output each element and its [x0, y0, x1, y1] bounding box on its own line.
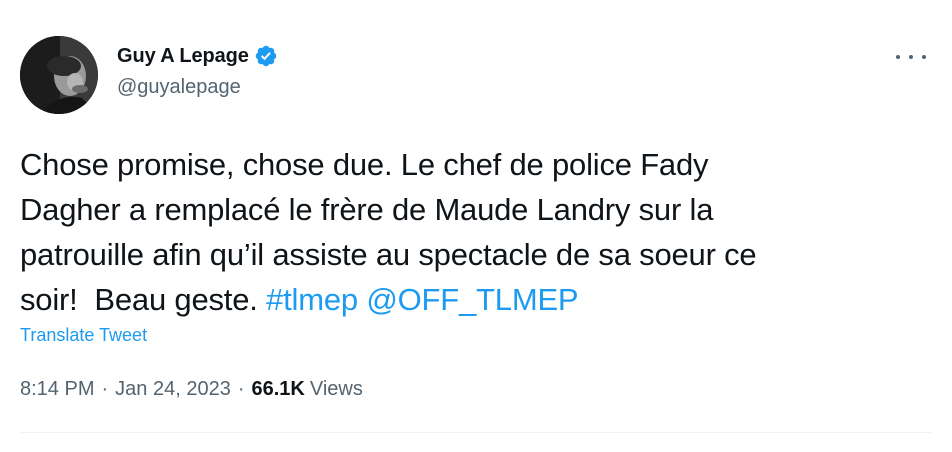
author-name[interactable]: Guy A Lepage [117, 45, 249, 68]
avatar-photo [20, 36, 98, 114]
more-options-button[interactable] [896, 46, 926, 68]
author-avatar[interactable] [20, 36, 98, 114]
tweet-meta: 8:14 PM · Jan 24, 2023 · 66.1K Views [20, 378, 363, 401]
divider [20, 432, 932, 433]
more-horizontal-icon [909, 55, 913, 59]
meta-separator: · [101, 378, 109, 400]
tweet-text-line: soir! Beau geste. [20, 282, 267, 317]
more-horizontal-icon [922, 55, 926, 59]
views-label[interactable]: Views [310, 378, 363, 401]
tweet-text-line: patrouille afin qu’il assiste au spectac… [20, 237, 757, 272]
tweet-text-line-last: soir! Beau geste. #tlmep @OFF_TLMEP [20, 277, 932, 322]
hashtag-link[interactable]: #tlmep [266, 282, 358, 317]
author-block: Guy A Lepage @guyalepage [117, 41, 278, 99]
tweet-time[interactable]: 8:14 PM [20, 378, 94, 401]
meta-separator: · [237, 378, 245, 400]
author-handle[interactable]: @guyalepage [117, 76, 278, 99]
tweet-text-line: Dagher a remplacé le frère de Maude Land… [20, 192, 714, 227]
tweet-text-line: Chose promise, chose due. Le chef de pol… [20, 147, 709, 182]
author-name-row: Guy A Lepage [117, 41, 278, 71]
mention-link[interactable]: @OFF_TLMEP [366, 282, 578, 317]
more-horizontal-icon [896, 55, 900, 59]
verified-badge-icon [254, 44, 278, 68]
tweet-card: Guy A Lepage @guyalepage Chose promise, … [0, 0, 952, 452]
tweet-text: Chose promise, chose due. Le chef de pol… [20, 142, 932, 322]
tweet-date[interactable]: Jan 24, 2023 [115, 378, 231, 401]
translate-tweet-link[interactable]: Translate Tweet [20, 325, 147, 346]
views-count[interactable]: 66.1K [251, 378, 304, 401]
